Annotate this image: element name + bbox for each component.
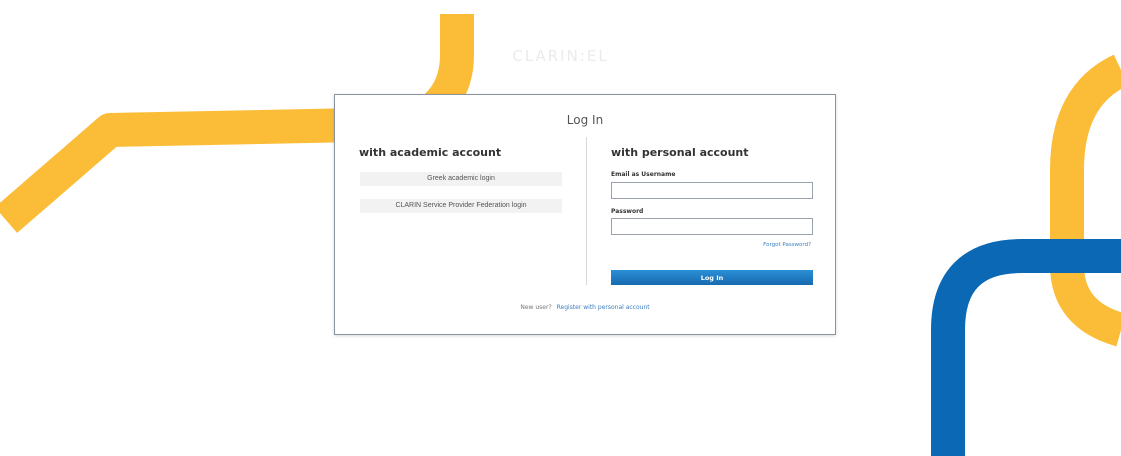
greek-academic-login-button[interactable]: Greek academic login bbox=[360, 172, 562, 186]
password-input[interactable] bbox=[611, 218, 813, 235]
yellow-stripe-right bbox=[1050, 54, 1121, 347]
password-label: Password bbox=[611, 208, 644, 215]
register-link[interactable]: Register with personal account bbox=[557, 304, 650, 311]
forgot-password-link[interactable]: Forgot Password? bbox=[763, 242, 811, 248]
username-input[interactable] bbox=[611, 182, 813, 199]
register-footer: New user? Register with personal account bbox=[335, 304, 835, 311]
new-user-prompt: New user? bbox=[520, 304, 552, 311]
login-title: Log In bbox=[566, 113, 604, 127]
username-label: Email as Username bbox=[611, 171, 676, 178]
blue-stripe-right bbox=[931, 239, 1121, 456]
column-divider bbox=[586, 137, 587, 285]
brand-logo-text: CLARIN:EL bbox=[512, 47, 609, 65]
login-card: Log In with academic account Greek acade… bbox=[334, 94, 836, 335]
login-submit-button[interactable]: Log In bbox=[611, 270, 813, 285]
clarin-federation-login-button[interactable]: CLARIN Service Provider Federation login bbox=[360, 199, 562, 213]
personal-account-heading: with personal account bbox=[611, 146, 749, 159]
academic-account-heading: with academic account bbox=[359, 146, 502, 159]
